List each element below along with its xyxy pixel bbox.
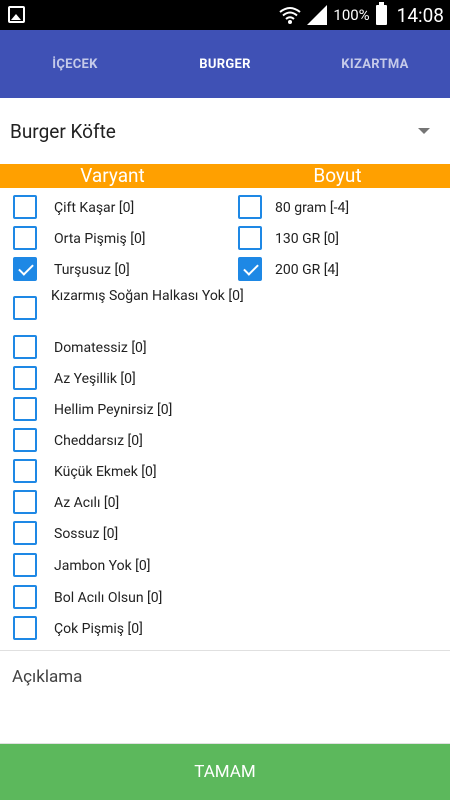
checkbox[interactable] xyxy=(13,335,37,359)
option-label: Cheddarsız [0] xyxy=(54,433,143,449)
category-tabs: İÇECEK BURGER KIZARTMA xyxy=(0,30,450,98)
notes-field[interactable]: Açıklama xyxy=(0,650,450,744)
option-label: Bol Acılı Olsun [0] xyxy=(54,590,163,606)
size-header: Boyut xyxy=(313,164,362,187)
size-option[interactable]: 80 gram [-4] xyxy=(238,195,349,219)
battery-percentage: 100% xyxy=(333,6,370,24)
product-dropdown[interactable]: Burger Köfte xyxy=(0,98,450,164)
variant-option[interactable]: Cheddarsız [0] xyxy=(13,428,143,452)
tab-burger[interactable]: BURGER xyxy=(150,30,300,98)
checkbox[interactable] xyxy=(13,366,37,390)
tab-icecek[interactable]: İÇECEK xyxy=(0,30,150,98)
variant-option[interactable]: Küçük Ekmek [0] xyxy=(13,459,157,483)
checkbox[interactable] xyxy=(13,459,37,483)
variant-option[interactable]: Sossuz [0] xyxy=(13,521,118,545)
image-icon xyxy=(8,6,25,23)
option-label: 200 GR [4] xyxy=(275,262,340,278)
option-label: Jambon Yok [0] xyxy=(54,558,151,574)
wifi-icon xyxy=(279,7,302,24)
option-label: 130 GR [0] xyxy=(275,231,340,247)
tab-kizartma[interactable]: KIZARTMA xyxy=(300,30,450,98)
checkbox-checked[interactable] xyxy=(238,257,262,281)
battery-icon xyxy=(375,2,387,25)
variant-option[interactable]: Az Acılı [0] xyxy=(13,490,119,514)
option-label: Sossuz [0] xyxy=(54,526,119,542)
checkbox[interactable] xyxy=(13,585,37,609)
checkbox[interactable] xyxy=(13,397,37,421)
option-label: Az Yeşillik [0] xyxy=(54,371,136,387)
variant-option[interactable]: Çok Pişmiş [0] xyxy=(13,616,143,640)
option-label: Az Acılı [0] xyxy=(54,495,120,511)
checkbox[interactable] xyxy=(13,296,37,320)
size-option[interactable]: 130 GR [0] xyxy=(238,226,339,250)
variant-option[interactable]: Jambon Yok [0] xyxy=(13,553,150,577)
checkbox[interactable] xyxy=(13,428,37,452)
variant-header: Varyant xyxy=(80,164,145,187)
checkbox-checked[interactable] xyxy=(13,257,37,281)
variant-option[interactable]: Kızarmış Soğan Halkası Yok [0] xyxy=(13,288,251,320)
variant-option[interactable]: Az Yeşillik [0] xyxy=(13,366,136,390)
variant-option[interactable]: Çift Kaşar [0] xyxy=(13,195,134,219)
options-header: Varyant Boyut xyxy=(0,164,450,188)
variant-option[interactable]: Bol Acılı Olsun [0] xyxy=(13,585,162,609)
option-label: Domatessiz [0] xyxy=(54,340,147,356)
option-label: Hellim Peynirsiz [0] xyxy=(54,402,173,418)
checkbox[interactable] xyxy=(13,226,37,250)
notes-placeholder: Açıklama xyxy=(12,667,83,687)
checkbox[interactable] xyxy=(13,521,37,545)
signal-icon xyxy=(307,5,328,25)
variant-option[interactable]: Turşusuz [0] xyxy=(13,257,130,281)
product-dropdown-value: Burger Köfte xyxy=(10,119,116,143)
checkbox[interactable] xyxy=(13,195,37,219)
dropdown-arrow-icon xyxy=(418,128,430,134)
checkbox[interactable] xyxy=(238,226,262,250)
checkbox[interactable] xyxy=(13,616,37,640)
submit-button[interactable]: TAMAM xyxy=(0,744,450,800)
option-label: Turşusuz [0] xyxy=(54,262,130,278)
checkbox[interactable] xyxy=(238,195,262,219)
variant-option[interactable]: Orta Pişmiş [0] xyxy=(13,226,146,250)
checkbox[interactable] xyxy=(13,490,37,514)
option-label: Orta Pişmiş [0] xyxy=(54,231,146,247)
checkbox[interactable] xyxy=(13,553,37,577)
size-option[interactable]: 200 GR [4] xyxy=(238,257,339,281)
variant-option[interactable]: Hellim Peynirsiz [0] xyxy=(13,397,172,421)
clock: 14:08 xyxy=(396,3,444,27)
option-label: Çok Pişmiş [0] xyxy=(54,621,143,637)
option-label: Kızarmış Soğan Halkası Yok [0] xyxy=(51,288,244,304)
status-right: 100% 14:08 xyxy=(279,0,444,30)
option-label: Küçük Ekmek [0] xyxy=(54,464,157,480)
status-bar: 100% 14:08 xyxy=(0,0,450,30)
variant-option[interactable]: Domatessiz [0] xyxy=(13,335,147,359)
option-label: Çift Kaşar [0] xyxy=(54,200,135,216)
option-label: 80 gram [-4] xyxy=(275,200,350,216)
